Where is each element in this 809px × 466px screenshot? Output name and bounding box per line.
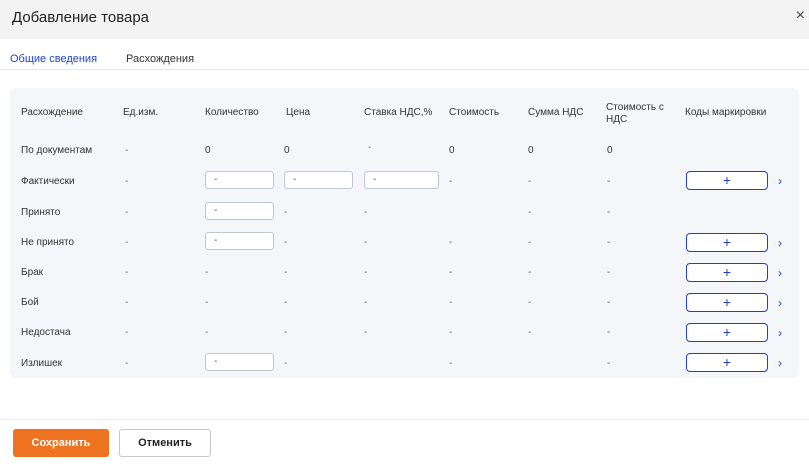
add-marking-code-button[interactable]: + [686, 323, 768, 342]
price-input[interactable]: - [284, 171, 353, 189]
cell-vat-rate: - [364, 207, 368, 218]
row-label: Принято [21, 207, 61, 218]
quantity-input[interactable]: - [205, 353, 274, 371]
col-header-cost-with-vat: Стоимость с НДС [606, 102, 664, 125]
cell-cost-with-vat: - [607, 358, 611, 369]
cell-unit: - [125, 207, 129, 218]
chevron-right-icon[interactable]: › [778, 267, 782, 279]
cell-unit: - [125, 297, 129, 308]
chevron-right-icon[interactable]: › [778, 327, 782, 339]
col-header-vat-sum: Сумма НДС [528, 107, 584, 118]
cell-price: - [284, 327, 288, 338]
cell-cost-with-vat: - [607, 267, 611, 278]
add-marking-code-button[interactable]: + [686, 171, 768, 190]
cell-quantity: - [205, 327, 209, 338]
cell-unit: - [125, 176, 129, 187]
col-header-unit: Ед.изм. [123, 107, 159, 118]
cell-vat-sum: - [528, 327, 532, 338]
cell-unit: - [125, 237, 129, 248]
cell-vat-sum: - [528, 297, 532, 308]
cell-cost-with-vat: - [607, 207, 611, 218]
vat-rate-input[interactable]: - [364, 171, 439, 189]
dialog-title: Добавление товара [12, 9, 150, 26]
col-header-quantity: Количество [205, 107, 259, 118]
cell-cost: - [449, 297, 453, 308]
cell-cost-with-vat: - [607, 297, 611, 308]
row-label: Излишек [21, 358, 63, 369]
tab-bar: Общие сведения Расхождения [0, 39, 809, 70]
cell-vat-rate: - [364, 267, 368, 278]
chevron-right-icon[interactable]: › [778, 297, 782, 309]
cell-vat-rate: - [364, 327, 368, 338]
add-product-dialog: Добавление товара × Общие сведения Расхо… [0, 0, 809, 466]
discrepancy-table: Расхождение Ед.изм. Количество Цена Став… [10, 88, 799, 378]
dialog-header: Добавление товара × [0, 0, 809, 39]
cell-cost: - [449, 267, 453, 278]
cell-cost: 0 [449, 145, 455, 156]
cell-unit: - [125, 358, 129, 369]
col-header-vat-rate: Ставка НДС,% [364, 107, 433, 118]
cell-cost: - [449, 327, 453, 338]
cell-vat-rate: - [368, 142, 372, 153]
cell-cost-with-vat: - [607, 327, 611, 338]
cell-vat-sum: - [528, 267, 532, 278]
row-label: Бой [21, 297, 39, 308]
cell-unit: - [125, 145, 129, 156]
chevron-right-icon[interactable]: › [778, 357, 782, 369]
cell-cost-with-vat: - [607, 237, 611, 248]
cell-price: - [284, 207, 288, 218]
cell-cost-with-vat: - [607, 176, 611, 187]
quantity-input[interactable]: - [205, 202, 274, 220]
cell-vat-rate: - [364, 297, 368, 308]
cancel-button[interactable]: Отменить [119, 429, 211, 457]
chevron-right-icon[interactable]: › [778, 175, 782, 187]
cell-price: 0 [284, 145, 290, 156]
cell-quantity: - [205, 297, 209, 308]
cell-price: - [284, 237, 288, 248]
cell-cost: - [449, 237, 453, 248]
cell-quantity: - [205, 267, 209, 278]
row-label: Фактически [21, 176, 75, 187]
cell-vat-sum: - [528, 237, 532, 248]
cell-price: - [284, 297, 288, 308]
footer-divider [0, 419, 809, 420]
cell-vat-rate: - [364, 237, 368, 248]
cell-vat-sum: - [528, 176, 532, 187]
add-marking-code-button[interactable]: + [686, 293, 768, 312]
close-icon[interactable]: × [796, 8, 805, 24]
row-label: По документам [21, 145, 93, 156]
cell-cost: - [449, 358, 453, 369]
cell-cost-with-vat: 0 [607, 145, 613, 156]
add-marking-code-button[interactable]: + [686, 353, 768, 372]
cell-price: - [284, 267, 288, 278]
add-marking-code-button[interactable]: + [686, 263, 768, 282]
cell-cost: - [449, 176, 453, 187]
tab-general-info[interactable]: Общие сведения [10, 53, 97, 65]
add-marking-code-button[interactable]: + [686, 233, 768, 252]
quantity-input[interactable]: - [205, 171, 274, 189]
tab-discrepancies[interactable]: Расхождения [126, 53, 194, 65]
cell-price: - [284, 358, 288, 369]
row-label: Брак [21, 267, 44, 278]
col-header-cost: Стоимость [449, 107, 500, 118]
cell-quantity: 0 [205, 145, 211, 156]
col-header-marking-codes: Коды маркировки [685, 107, 767, 118]
col-header-discrepancy: Расхождение [21, 107, 83, 118]
cell-vat-sum: - [528, 207, 532, 218]
quantity-input[interactable]: - [205, 232, 274, 250]
row-label: Не принято [21, 237, 75, 248]
cell-unit: - [125, 327, 129, 338]
chevron-right-icon[interactable]: › [778, 237, 782, 249]
row-label: Недостача [21, 327, 71, 338]
cell-unit: - [125, 267, 129, 278]
cell-vat-sum: 0 [528, 145, 534, 156]
save-button[interactable]: Сохранить [13, 429, 109, 457]
col-header-price: Цена [286, 107, 311, 118]
